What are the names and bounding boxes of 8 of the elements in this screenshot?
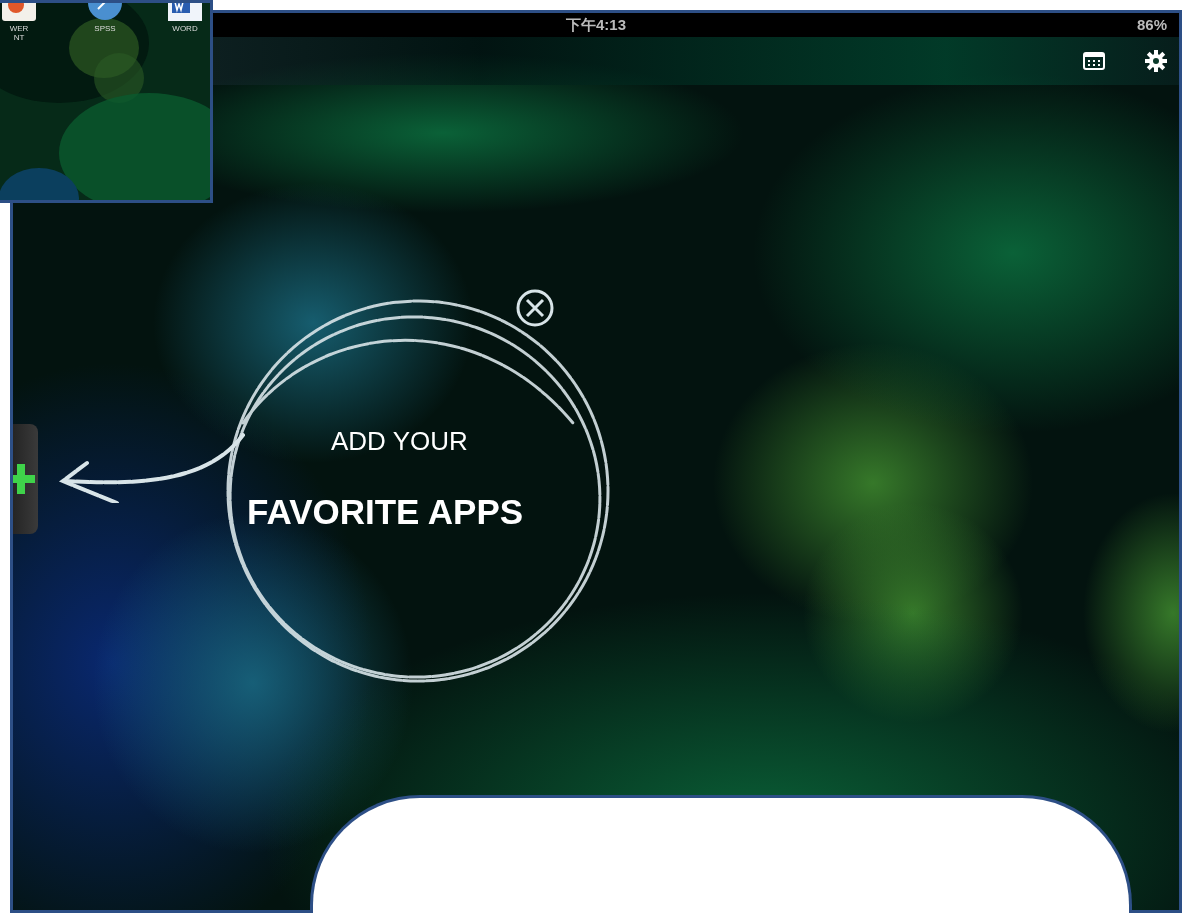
plus-icon: [13, 464, 35, 494]
status-time: 下午4:13: [566, 15, 627, 35]
prompt-heading: FAVORITE APPS: [247, 491, 524, 533]
battery-level: 86%: [1136, 15, 1167, 35]
settings-icon[interactable]: [1145, 50, 1167, 72]
add-app-button[interactable]: [13, 424, 38, 534]
calendar-icon[interactable]: [1083, 52, 1105, 70]
prompt-line: ADD YOUR: [331, 425, 468, 458]
